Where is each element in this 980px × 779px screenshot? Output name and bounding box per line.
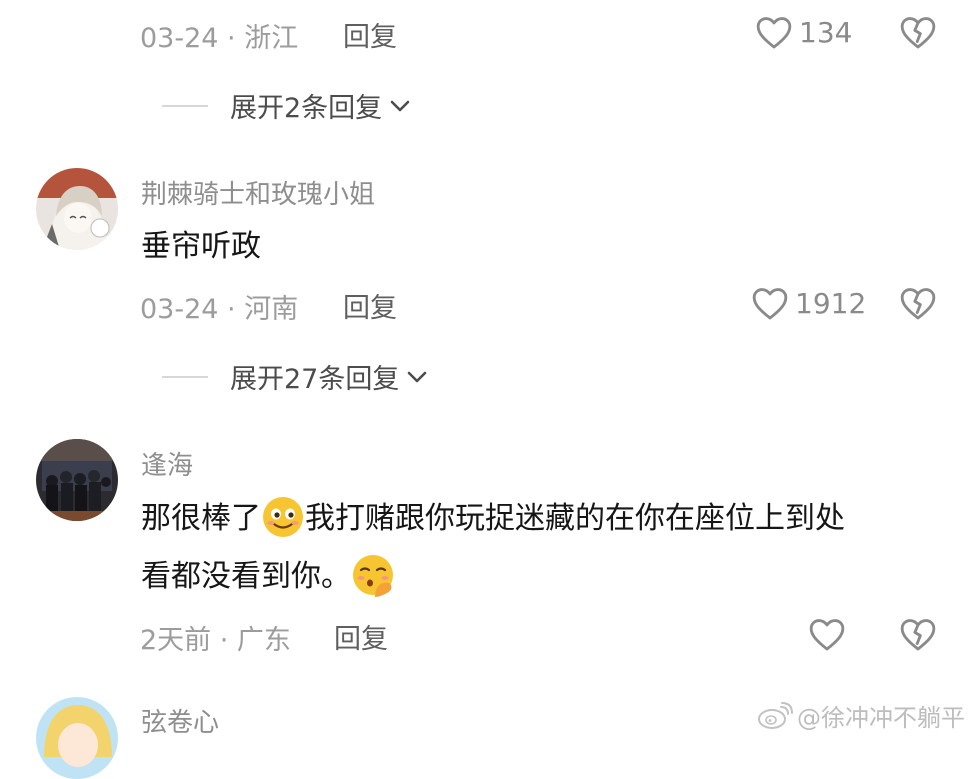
- comment-username[interactable]: 弦卷心: [141, 702, 219, 739]
- like-count: 134: [799, 16, 853, 49]
- comment-text-part: 看都没看到你。: [141, 559, 351, 594]
- broken-heart-icon: [900, 619, 936, 651]
- watermark: @徐冲冲不躺平: [757, 698, 965, 733]
- reply-button[interactable]: 回复: [343, 15, 397, 54]
- weibo-logo-icon: [758, 701, 793, 729]
- comment-meta: 03-24 · 河南: [140, 294, 299, 325]
- comment-meta: 2天前 · 广东: [140, 625, 291, 656]
- heart-outline-icon: [756, 17, 792, 49]
- like-button[interactable]: [808, 616, 846, 656]
- comment-text-line: 看都没看到你。: [141, 552, 395, 602]
- heart-outline-icon: [809, 619, 845, 651]
- comment-text-part: 那很棒了: [141, 501, 261, 536]
- comment-text-part: 我打赌跟你玩捉迷藏的在你在座位上到处: [305, 501, 845, 536]
- broken-heart-icon: [900, 288, 936, 320]
- watermark-text: @徐冲冲不躺平: [797, 704, 965, 732]
- heart-outline-icon: [752, 288, 788, 320]
- chevron-down-icon: [408, 371, 427, 382]
- dislike-button[interactable]: [899, 616, 937, 656]
- expand-replies[interactable]: 展开2条回复: [162, 86, 412, 125]
- avatar[interactable]: [36, 168, 118, 250]
- comment-username[interactable]: 逢海: [141, 445, 193, 482]
- dislike-button[interactable]: [899, 14, 937, 54]
- avatar-image: [36, 168, 118, 250]
- comment-meta: 03-24 · 浙江: [140, 23, 299, 54]
- expand-replies[interactable]: 展开27条回复: [162, 357, 429, 396]
- smile-emoji: [261, 495, 305, 539]
- divider-line: [162, 104, 208, 107]
- reply-button[interactable]: 回复: [343, 286, 397, 325]
- reply-button[interactable]: 回复: [334, 617, 388, 656]
- shush-emoji: [351, 553, 395, 597]
- divider-line: [162, 375, 208, 378]
- avatar[interactable]: [36, 697, 118, 779]
- comment-text-line: 那很棒了 我打赌跟你玩捉迷藏的在你在座位上到处: [141, 494, 845, 544]
- avatar-image: [36, 697, 118, 779]
- expand-replies-label: 展开2条回复: [230, 93, 383, 124]
- expand-replies-label: 展开27条回复: [230, 364, 400, 395]
- comment-text: 垂帘听政: [141, 229, 261, 264]
- comment-username[interactable]: 荆棘骑士和玫瑰小姐: [141, 174, 375, 211]
- chevron-down-icon: [390, 100, 410, 111]
- like-button[interactable]: [755, 14, 793, 54]
- broken-heart-icon: [900, 17, 936, 49]
- dislike-button[interactable]: [899, 285, 937, 325]
- like-count: 1912: [795, 287, 867, 320]
- avatar[interactable]: [36, 439, 118, 521]
- like-button[interactable]: [751, 285, 789, 325]
- avatar-image: [36, 439, 118, 521]
